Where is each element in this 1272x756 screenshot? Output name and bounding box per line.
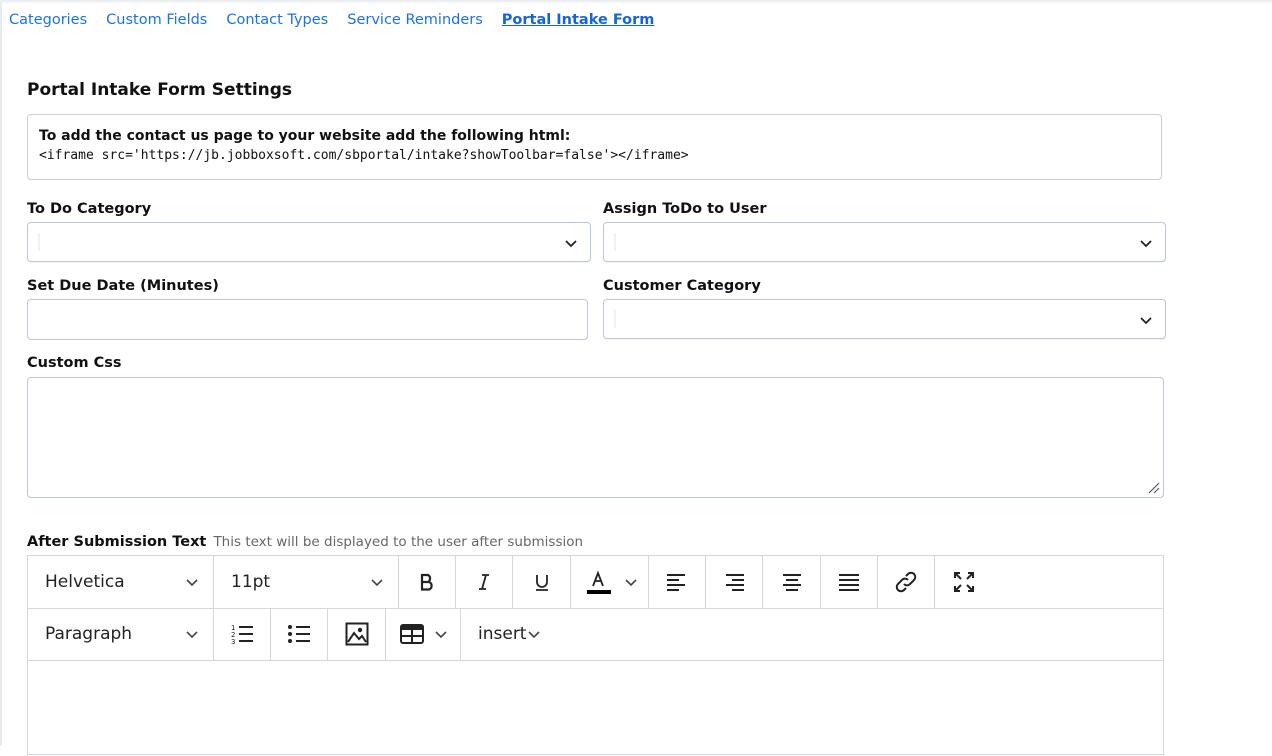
chevron-down-icon <box>1140 317 1152 325</box>
bold-button[interactable] <box>399 556 456 608</box>
assign-todo-select[interactable] <box>603 222 1166 262</box>
bullet-list-icon <box>288 625 310 643</box>
embed-code: <iframe src='https://jb.jobboxsoft.com/s… <box>39 148 689 163</box>
insert-label: insert <box>478 624 527 644</box>
align-center-button[interactable] <box>763 556 821 608</box>
align-left-button[interactable] <box>649 556 706 608</box>
resize-handle-icon[interactable] <box>1146 480 1160 494</box>
chevron-down-icon <box>435 631 447 639</box>
custom-css-label: Custom Css <box>27 355 122 371</box>
font-size-value: 11pt <box>231 572 271 592</box>
editor-toolbar-row-1: Helvetica 11pt <box>28 556 1163 609</box>
settings-tabs: Categories Custom Fields Contact Types S… <box>9 12 673 28</box>
align-left-icon <box>667 574 685 591</box>
underline-icon <box>535 575 548 591</box>
italic-button[interactable] <box>456 556 513 608</box>
todo-category-select[interactable] <box>27 222 591 262</box>
embed-instructions-title: To add the contact us page to your websi… <box>39 128 571 144</box>
fullscreen-button[interactable] <box>935 556 992 608</box>
after-submission-label: After Submission Text This text will be … <box>27 534 583 550</box>
text-color-swatch <box>587 590 611 594</box>
after-submission-hint: This text will be displayed to the user … <box>213 534 584 550</box>
align-center-icon <box>782 574 801 591</box>
fullscreen-icon <box>953 572 974 592</box>
insert-image-button[interactable] <box>328 608 386 660</box>
text-color-icon <box>587 570 611 594</box>
due-date-input[interactable] <box>27 299 588 340</box>
chevron-down-icon <box>528 631 540 639</box>
text-color-button[interactable] <box>571 556 649 608</box>
tab-custom-fields[interactable]: Custom Fields <box>106 12 207 28</box>
page-title: Portal Intake Form Settings <box>27 80 293 100</box>
italic-icon <box>479 574 489 590</box>
after-submission-title: After Submission Text <box>27 534 207 550</box>
select-value <box>614 310 616 328</box>
chevron-down-icon <box>625 579 637 587</box>
assign-todo-label: Assign ToDo to User <box>603 201 767 217</box>
font-family-value: Helvetica <box>45 572 125 592</box>
bold-icon <box>420 573 433 591</box>
tab-service-reminders[interactable]: Service Reminders <box>347 12 483 28</box>
block-format-dropdown[interactable]: Paragraph <box>28 608 214 660</box>
rich-text-editor: Helvetica 11pt Paragraph 1 2 3 insert <box>27 555 1164 755</box>
align-right-icon <box>726 574 744 591</box>
tab-portal-intake-form[interactable]: Portal Intake Form <box>502 12 655 28</box>
chevron-down-icon <box>186 579 198 587</box>
select-value <box>38 233 40 251</box>
chevron-down-icon <box>565 240 577 248</box>
font-family-dropdown[interactable]: Helvetica <box>28 556 214 608</box>
align-right-button[interactable] <box>706 556 763 608</box>
numbered-list-icon: 123 <box>231 624 253 645</box>
bullet-list-button[interactable] <box>271 608 328 660</box>
chevron-down-icon <box>371 579 383 587</box>
link-button[interactable] <box>878 556 935 608</box>
customer-category-select[interactable] <box>603 299 1166 339</box>
chevron-down-icon <box>186 631 198 639</box>
tab-categories[interactable]: Categories <box>9 12 87 28</box>
link-icon <box>895 571 917 593</box>
table-button[interactable] <box>386 608 461 660</box>
due-date-label: Set Due Date (Minutes) <box>27 278 219 294</box>
justify-icon <box>839 574 859 591</box>
embed-instructions: To add the contact us page to your websi… <box>27 114 1162 180</box>
top-shadow <box>0 0 1272 4</box>
table-icon <box>400 624 424 644</box>
select-value <box>614 233 616 251</box>
svg-text:3: 3 <box>231 638 235 645</box>
underline-button[interactable] <box>513 556 571 608</box>
editor-content-area[interactable] <box>28 661 1163 756</box>
tab-contact-types[interactable]: Contact Types <box>226 12 328 28</box>
insert-dropdown[interactable]: insert <box>461 608 571 660</box>
block-format-value: Paragraph <box>45 624 133 644</box>
image-icon <box>345 622 368 646</box>
chevron-down-icon <box>1140 240 1152 248</box>
left-divider <box>0 0 2 746</box>
numbered-list-button[interactable]: 123 <box>214 608 271 660</box>
editor-toolbar-row-2: Paragraph 123 insert <box>28 608 1163 661</box>
custom-css-textarea[interactable] <box>27 377 1164 498</box>
font-size-dropdown[interactable]: 11pt <box>214 556 399 608</box>
justify-button[interactable] <box>821 556 878 608</box>
todo-category-label: To Do Category <box>27 201 152 217</box>
customer-category-label: Customer Category <box>603 278 761 294</box>
